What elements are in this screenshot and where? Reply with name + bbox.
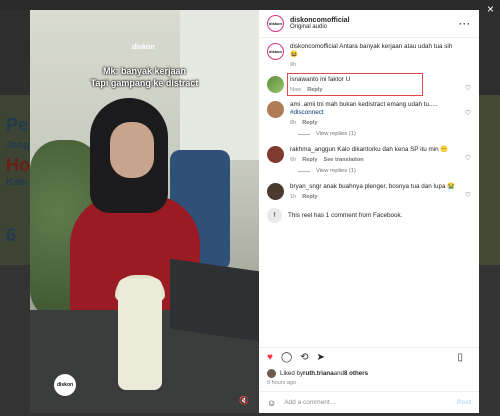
video-caption-line1: Mk: banyak kerjaan: [102, 66, 187, 76]
like-heart-icon[interactable]: ♥: [267, 352, 273, 363]
likes-and: and: [333, 369, 344, 377]
avatar[interactable]: diskon: [267, 43, 284, 60]
hashtag-link[interactable]: #disconnect: [290, 109, 324, 116]
video-logo-badge[interactable]: diskon: [54, 374, 76, 396]
share-icon[interactable]: ➤: [317, 352, 325, 363]
post-time: 9 hours ago: [267, 380, 297, 386]
avatar[interactable]: [267, 101, 284, 118]
caption-comment: diskon diskoncomofficial Antara banyak k…: [267, 43, 471, 68]
video-person-face: [110, 122, 154, 178]
avatar[interactable]: diskon: [267, 15, 284, 32]
comment-username[interactable]: ami: [290, 101, 300, 108]
repost-icon[interactable]: ⟲: [300, 352, 308, 363]
header-username[interactable]: diskoncomofficial: [290, 17, 459, 24]
header-audio[interactable]: Original audio: [290, 24, 459, 30]
comment-username[interactable]: isnawanto: [290, 76, 318, 83]
post-button[interactable]: Post: [457, 399, 471, 406]
see-translation-button[interactable]: See translation: [323, 157, 363, 163]
comment-time: 6h: [290, 157, 297, 163]
mute-icon[interactable]: 🔇: [239, 396, 249, 405]
list-item: isnawanto ini faktor U Now Reply ♡: [267, 73, 471, 96]
comment-text: ini faktor U: [320, 76, 351, 83]
like-heart-icon[interactable]: ♡: [465, 191, 471, 199]
reply-button[interactable]: Reply: [307, 87, 322, 93]
comment-time: 1h: [290, 194, 297, 200]
facebook-icon: f: [267, 208, 282, 223]
list-item: rakhma_anggun Kalo dikantorku dah kena S…: [267, 146, 471, 163]
close-icon[interactable]: ×: [487, 2, 494, 16]
comment-list: diskon diskoncomofficial Antara banyak k…: [259, 38, 479, 347]
likes-summary: Liked by ruth.triana and 8 others: [259, 367, 479, 379]
more-options-icon[interactable]: ···: [459, 19, 471, 29]
view-replies-button[interactable]: View replies (1): [298, 168, 471, 174]
video-laptop: [170, 258, 259, 342]
likes-user[interactable]: ruth.triana: [303, 370, 334, 377]
likes-others[interactable]: 8 others: [344, 370, 368, 377]
comment-text: Kalo dikantorku dah kena SP itu min 😶: [337, 146, 449, 153]
reply-button[interactable]: Reply: [302, 120, 317, 126]
comment-text: anak buahnya plenger, bosnya tua dan lup…: [323, 183, 456, 190]
comment-username[interactable]: bryan_sngr: [290, 183, 322, 190]
video-bottle: [118, 278, 162, 390]
list-item: ami .amii tni mah bukan kedistract emang…: [267, 101, 471, 126]
comment-input[interactable]: Add a comment…: [284, 399, 457, 406]
likes-prefix: Liked by: [280, 369, 304, 377]
comment-time: 9h: [290, 62, 297, 68]
comment-username[interactable]: rakhma_anggun: [290, 146, 336, 153]
video-logo: diskon: [132, 44, 155, 51]
avatar[interactable]: [267, 183, 284, 200]
avatar[interactable]: [267, 146, 284, 163]
comment-time: 8h: [290, 120, 297, 126]
avatar[interactable]: [267, 76, 284, 93]
comments-panel: diskon diskoncomofficial Original audio …: [259, 10, 479, 413]
like-heart-icon[interactable]: ♡: [465, 109, 471, 117]
avatar: [267, 368, 276, 378]
video-caption-line2: Tapi gampang ke distract: [90, 78, 199, 88]
comment-username[interactable]: diskoncomofficial: [290, 43, 338, 50]
comment-text: .amii tni mah bukan kedistract emang uda…: [301, 101, 438, 108]
post-actions: ♥ ◯ ⟲ ➤ ▯: [259, 347, 479, 367]
view-replies-button[interactable]: View replies (1): [298, 131, 471, 137]
comment-time: Now: [290, 87, 302, 93]
post-header: diskon diskoncomofficial Original audio …: [259, 10, 479, 38]
add-comment-bar: ☺ Add a comment… Post: [259, 391, 479, 413]
facebook-comments-note: f This reel has 1 comment from Facebook.: [267, 208, 471, 223]
facebook-note-text: This reel has 1 comment from Facebook.: [288, 212, 403, 219]
like-heart-icon[interactable]: ♡: [465, 84, 471, 92]
reply-button[interactable]: Reply: [302, 194, 317, 200]
reply-button[interactable]: Reply: [302, 157, 317, 163]
comment-icon[interactable]: ◯: [281, 352, 292, 363]
bookmark-icon[interactable]: ▯: [457, 352, 463, 363]
like-heart-icon[interactable]: ♡: [465, 154, 471, 162]
emoji-icon[interactable]: ☺: [267, 398, 276, 408]
reel-modal: diskon Mk: banyak kerjaan Tapi gampang k…: [30, 10, 479, 413]
reel-video[interactable]: diskon Mk: banyak kerjaan Tapi gampang k…: [30, 10, 259, 413]
list-item: bryan_sngr anak buahnya plenger, bosnya …: [267, 183, 471, 200]
